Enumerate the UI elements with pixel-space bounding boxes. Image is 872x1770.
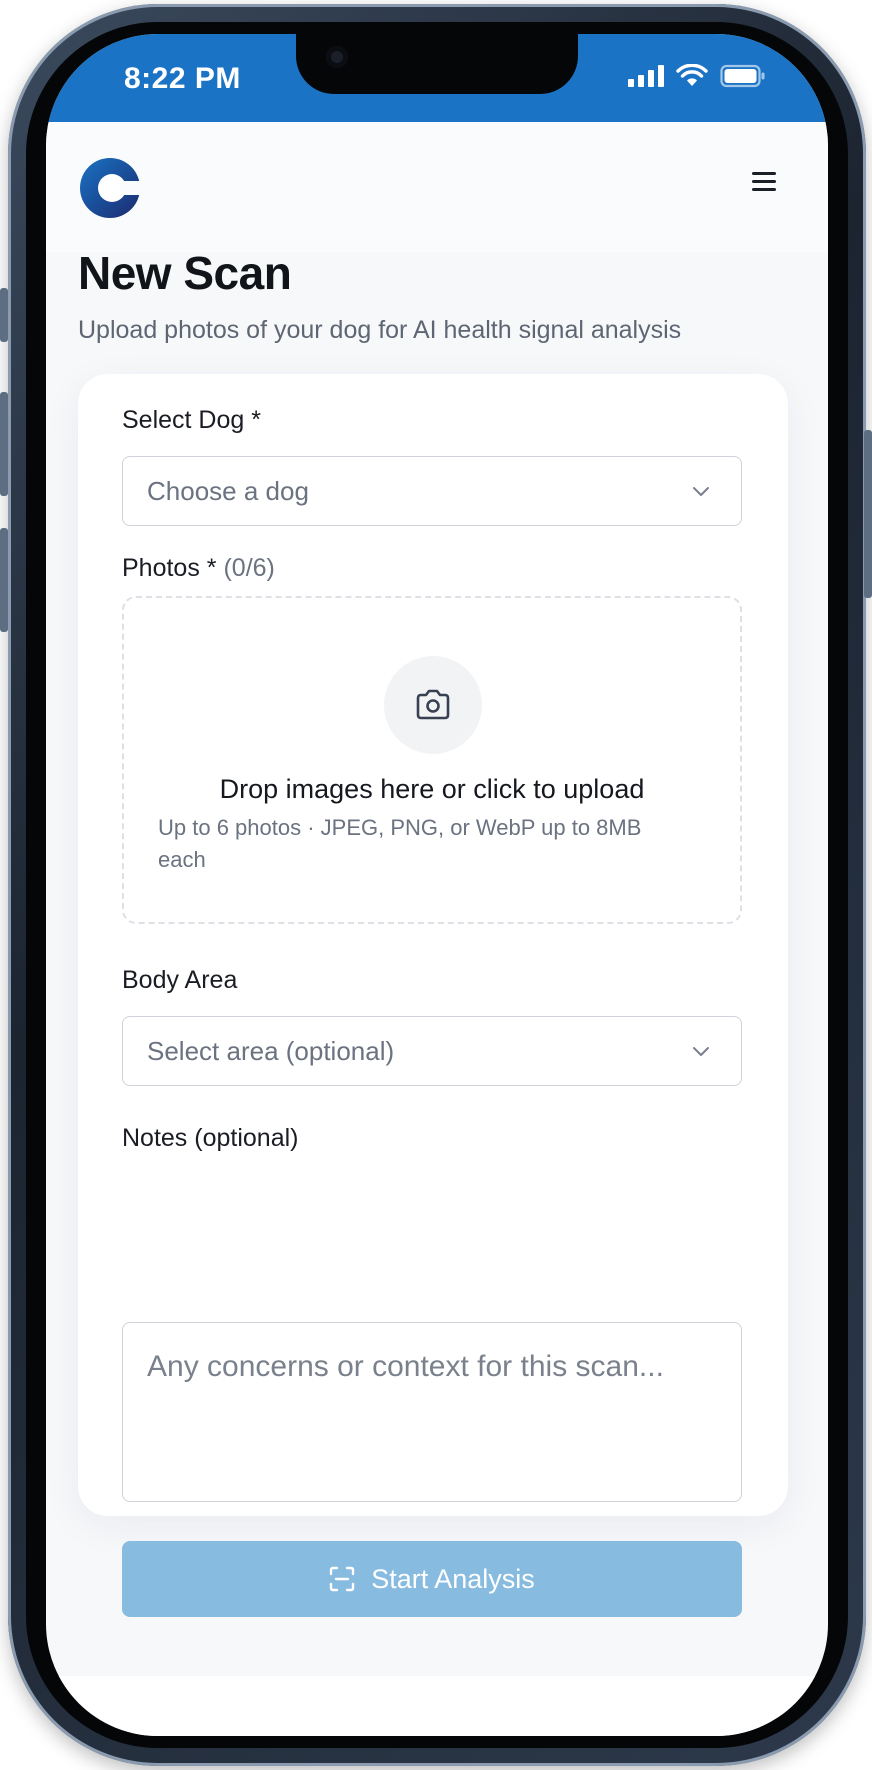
select-dog-label: Select Dog * [122, 406, 261, 434]
front-camera [326, 46, 348, 68]
dropzone-title: Drop images here or click to upload [219, 774, 645, 804]
page-title: New Scan [78, 247, 292, 299]
chevron-down-icon [693, 487, 709, 496]
camera-icon-container [384, 656, 482, 754]
mute-switch [0, 288, 8, 342]
select-dog-dropdown[interactable]: Choose a dog [122, 456, 742, 526]
photos-label-text: Photos * [122, 554, 217, 582]
status-time: 8:22 PM [124, 62, 241, 95]
volume-down-button [0, 528, 8, 632]
page-subtitle: Upload photos of your dog for AI health … [78, 316, 682, 344]
app-header [46, 122, 828, 252]
body-area-label: Body Area [122, 966, 238, 994]
body-area-dropdown[interactable]: Select area (optional) [122, 1016, 742, 1086]
notes-textarea[interactable] [122, 1322, 742, 1502]
notes-label: Notes (optional) [122, 1124, 299, 1152]
app-logo-icon[interactable] [80, 158, 140, 218]
hamburger-menu-icon[interactable] [752, 172, 778, 194]
signal-icon [628, 65, 664, 87]
photo-dropzone[interactable]: Drop images here or click to upload Up t… [122, 596, 742, 924]
volume-up-button [0, 392, 8, 496]
status-bar: 8:22 PM [46, 34, 828, 122]
body-area-placeholder: Select area (optional) [147, 1035, 395, 1066]
start-analysis-button[interactable]: Start Analysis [122, 1541, 742, 1617]
battery-icon [720, 64, 765, 88]
camera-icon [416, 689, 450, 720]
phone-screen: 8:22 PM New Scan Upload photos of your d… [46, 34, 828, 1736]
photos-count: (0/6) [223, 554, 275, 582]
notch [296, 34, 578, 94]
status-icons [628, 64, 766, 88]
dropzone-hint: Up to 6 photos · JPEG, PNG, or WebP up t… [158, 815, 642, 872]
wifi-icon [676, 64, 708, 86]
power-button [864, 430, 872, 598]
photos-label: Photos * (0/6) [122, 554, 275, 583]
scan-icon [330, 1566, 355, 1592]
chevron-down-icon [693, 1047, 709, 1056]
start-analysis-label: Start Analysis [371, 1563, 535, 1594]
select-dog-placeholder: Choose a dog [147, 475, 309, 506]
screen-bottom [46, 1676, 828, 1736]
